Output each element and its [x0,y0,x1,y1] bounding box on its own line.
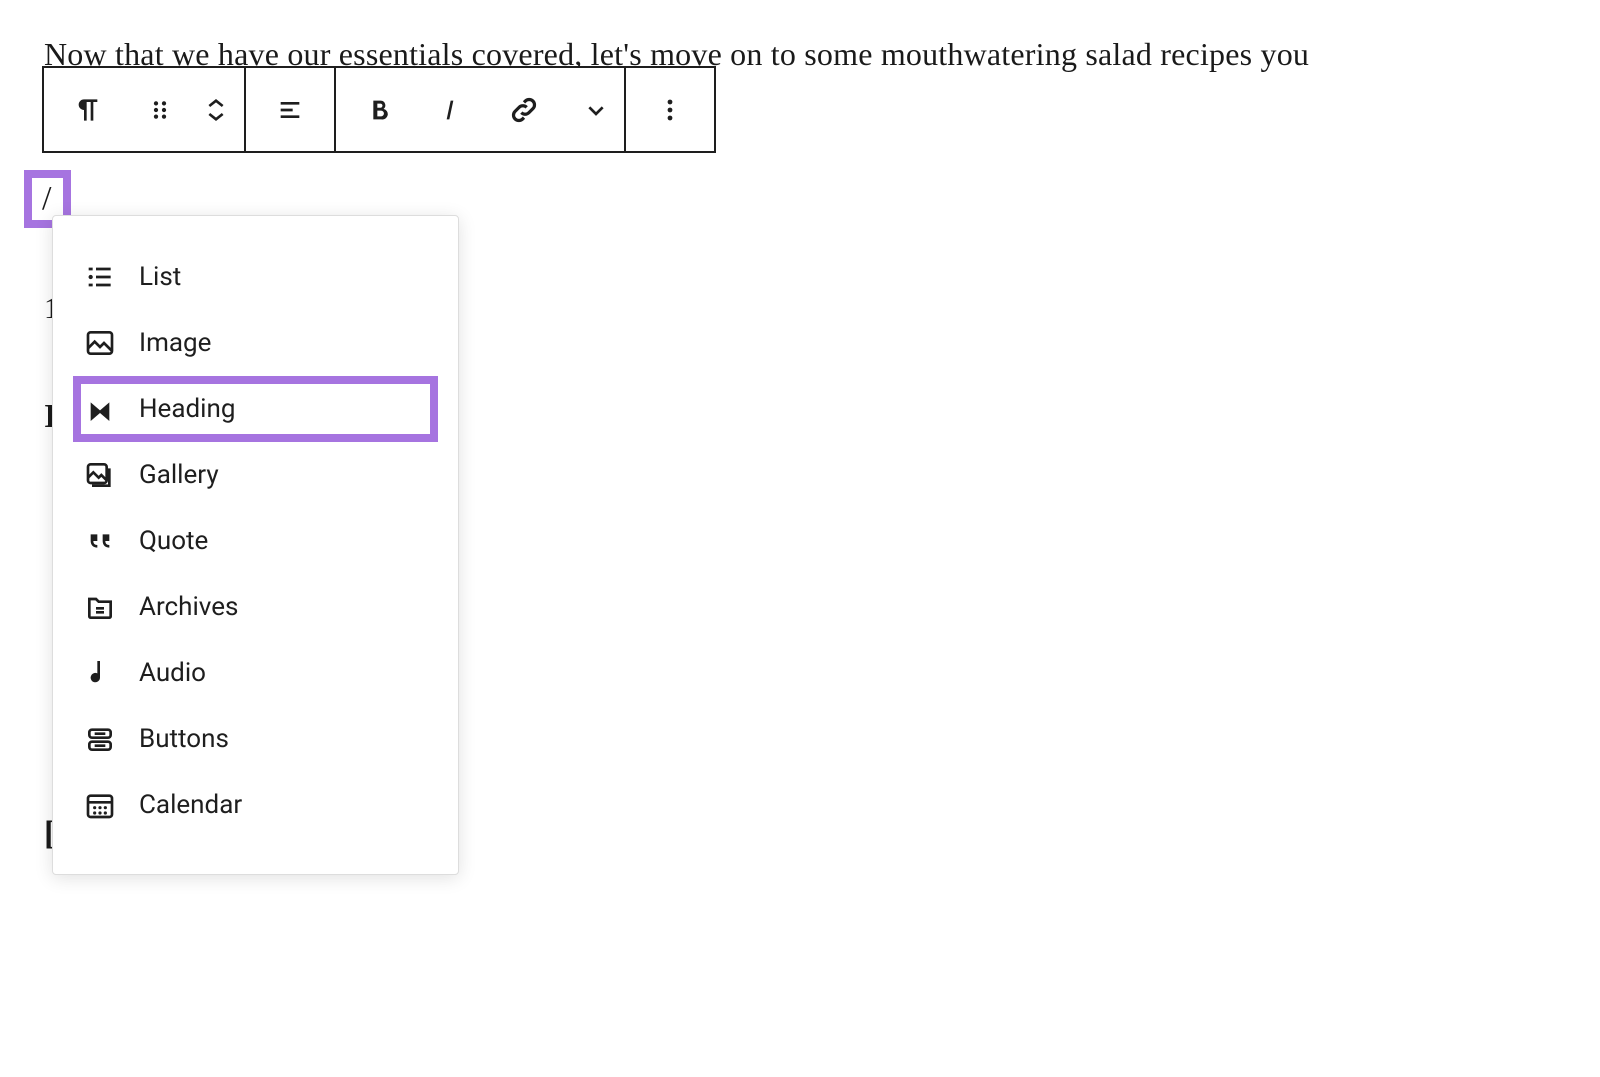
dropdown-item-list[interactable]: List [53,244,458,310]
more-format-button[interactable] [568,68,624,151]
audio-icon [83,656,117,690]
paragraph-icon [72,94,104,126]
chevron-down-icon [580,94,612,126]
move-up-down-button[interactable] [188,68,244,151]
bold-icon [364,94,396,126]
gallery-icon [83,458,117,492]
drag-handle-icon [144,94,176,126]
block-inserter-dropdown: List Image Heading Gallery Quote Archive… [52,215,459,875]
dropdown-item-label: Quote [139,526,208,556]
dropdown-item-label: Calendar [139,790,242,820]
align-button[interactable] [246,68,334,151]
bold-button[interactable] [336,68,424,151]
dropdown-item-heading[interactable]: Heading [77,380,434,438]
dropdown-item-archives[interactable]: Archives [53,574,458,640]
align-icon [274,94,306,126]
quote-icon [83,524,117,558]
block-toolbar [42,66,716,153]
dropdown-item-quote[interactable]: Quote [53,508,458,574]
block-type-button[interactable] [44,68,132,151]
dropdown-item-audio[interactable]: Audio [53,640,458,706]
toolbar-group-block [44,68,246,151]
drag-handle-button[interactable] [132,68,188,151]
image-icon [83,326,117,360]
toolbar-group-more [626,68,714,151]
buttons-icon [83,722,117,756]
archives-icon [83,590,117,624]
dropdown-item-buttons[interactable]: Buttons [53,706,458,772]
list-icon [83,260,117,294]
dropdown-item-calendar[interactable]: Calendar [53,772,458,838]
calendar-icon [83,788,117,822]
dropdown-item-label: Audio [139,658,206,688]
dropdown-item-label: Heading [139,394,235,424]
dropdown-item-label: Archives [139,592,238,622]
italic-button[interactable] [424,68,480,151]
toolbar-group-format [336,68,626,151]
link-button[interactable] [480,68,568,151]
dropdown-item-gallery[interactable]: Gallery [53,442,458,508]
dropdown-item-label: Buttons [139,724,229,754]
dropdown-item-image[interactable]: Image [53,310,458,376]
toolbar-group-align [246,68,336,151]
heading-icon [83,392,117,426]
dropdown-item-label: List [139,262,181,292]
more-options-button[interactable] [626,68,714,151]
link-icon [508,94,540,126]
more-vertical-icon [654,94,686,126]
dropdown-item-label: Gallery [139,460,219,490]
move-up-down-icon [200,94,232,126]
dropdown-item-label: Image [139,328,211,358]
italic-icon [436,94,468,126]
